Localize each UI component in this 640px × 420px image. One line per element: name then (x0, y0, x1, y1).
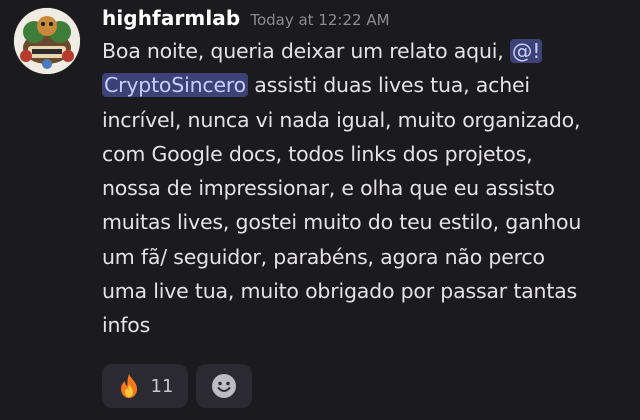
message-line: uma live tua, muito obrigado por passar … (102, 279, 578, 304)
message-timestamp: Today at 12:22 AM (250, 11, 390, 29)
message-line: com Google docs, todos links dos projeto… (102, 141, 533, 166)
message-text: assisti duas lives tua, achei (247, 73, 530, 98)
reaction-count: 11 (150, 375, 174, 397)
message-line: Boa noite, queria deixar um relato aqui,… (102, 34, 630, 68)
add-reaction-smile-icon (211, 373, 237, 399)
fire-icon (117, 373, 141, 399)
message-line: muitas lives, gostei muito do teu estilo… (102, 210, 582, 235)
username[interactable]: highfarmlab (102, 6, 240, 30)
message-line: um fã/ seguidor, parabéns, agora não per… (102, 244, 545, 269)
message-text: Boa noite, queria deixar um relato aqui, (102, 39, 510, 63)
reactions-bar: 11 (102, 364, 252, 408)
user-avatar[interactable] (14, 8, 80, 74)
message-line: nossa de impressionar, e olha que eu ass… (102, 176, 555, 201)
add-reaction-button[interactable] (196, 364, 252, 408)
message-line: CryptoSincero assisti duas lives tua, ac… (102, 68, 630, 102)
fire-reaction-button[interactable]: 11 (102, 364, 188, 408)
user-mention[interactable]: @! (509, 39, 543, 63)
message-header: highfarmlab Today at 12:22 AM (102, 6, 390, 36)
message-content: Boa noite, queria deixar um relato aqui,… (102, 34, 630, 343)
chat-message: highfarmlab Today at 12:22 AM Boa noite,… (0, 0, 640, 420)
message-line: infos (102, 313, 151, 338)
user-mention[interactable]: CryptoSincero (102, 73, 248, 98)
avatar-image (14, 8, 80, 74)
message-line: incrível, nunca vi nada igual, muito org… (102, 107, 581, 132)
